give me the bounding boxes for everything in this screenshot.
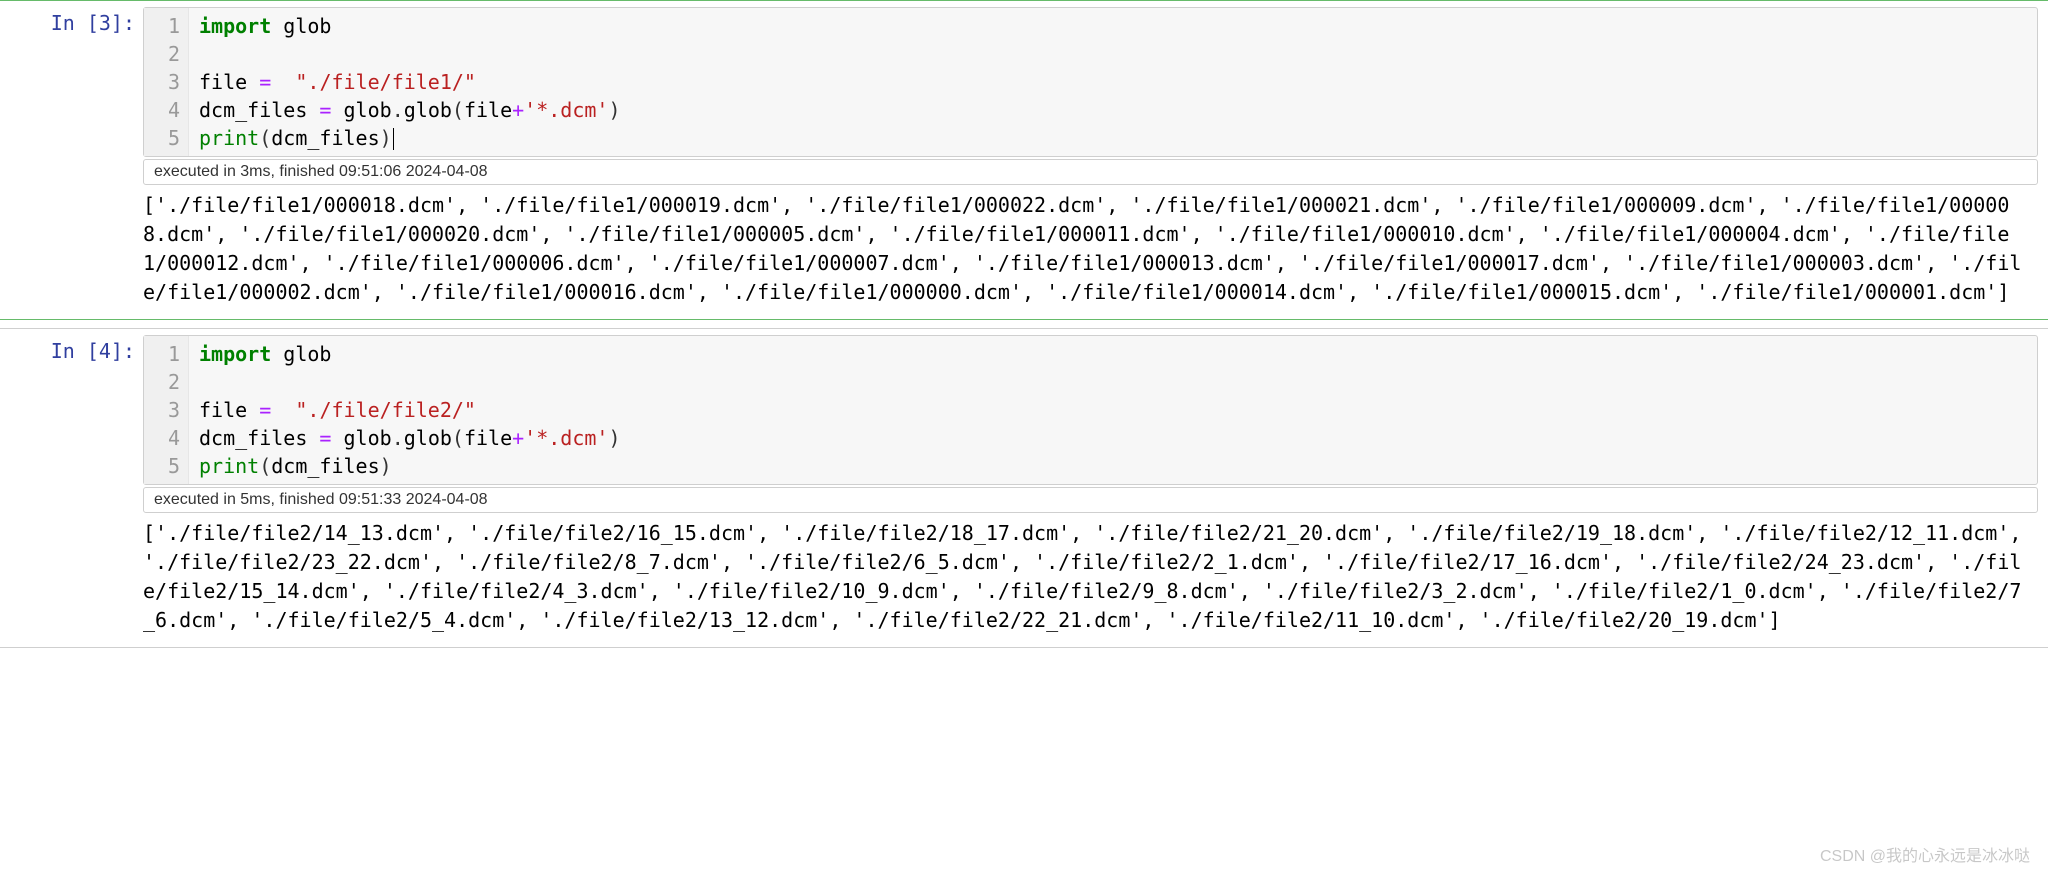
watermark: CSDN @我的心永远是冰冰哒 <box>1820 842 2030 866</box>
line-number: 2 <box>152 368 180 396</box>
code-cell[interactable]: In [3]: 1 2 3 4 5 import glob file = "./… <box>0 0 2048 320</box>
stdout-text: ['./file/file2/14_13.dcm', './file/file2… <box>143 519 2028 635</box>
keyword-import: import <box>199 342 271 366</box>
line-number-gutter: 1 2 3 4 5 <box>144 336 189 484</box>
output-area: ['./file/file2/14_13.dcm', './file/file2… <box>143 519 2038 647</box>
line-number: 5 <box>152 452 180 480</box>
line-number: 2 <box>152 40 180 68</box>
line-number: 1 <box>152 340 180 368</box>
string-literal: '*.dcm' <box>524 98 608 122</box>
builtin-print: print <box>199 454 259 478</box>
string-literal: "./file/file2/" <box>295 398 476 422</box>
code-text[interactable]: import glob file = "./file/file2/" dcm_f… <box>189 336 631 484</box>
text-cursor <box>393 128 394 150</box>
line-number: 4 <box>152 424 180 452</box>
output-area: ['./file/file1/000018.dcm', './file/file… <box>143 191 2038 319</box>
line-number: 4 <box>152 96 180 124</box>
stdout-text: ['./file/file1/000018.dcm', './file/file… <box>143 191 2028 307</box>
line-number: 3 <box>152 396 180 424</box>
string-literal: '*.dcm' <box>524 426 608 450</box>
code-input-area[interactable]: 1 2 3 4 5 import glob file = "./file/fil… <box>143 335 2038 485</box>
execution-status: executed in 3ms, finished 09:51:06 2024-… <box>143 159 2038 185</box>
code-input-area[interactable]: 1 2 3 4 5 import glob file = "./file/fil… <box>143 7 2038 157</box>
line-number: 3 <box>152 68 180 96</box>
execution-status: executed in 5ms, finished 09:51:33 2024-… <box>143 487 2038 513</box>
input-prompt: In [4]: <box>0 329 143 647</box>
input-prompt: In [3]: <box>0 1 143 319</box>
string-literal: "./file/file1/" <box>295 70 476 94</box>
line-number: 1 <box>152 12 180 40</box>
line-number-gutter: 1 2 3 4 5 <box>144 8 189 156</box>
module-name: glob <box>283 14 331 38</box>
code-cell[interactable]: In [4]: 1 2 3 4 5 import glob file = "./… <box>0 328 2048 648</box>
code-text[interactable]: import glob file = "./file/file1/" dcm_f… <box>189 8 631 156</box>
keyword-import: import <box>199 14 271 38</box>
builtin-print: print <box>199 126 259 150</box>
module-name: glob <box>283 342 331 366</box>
line-number: 5 <box>152 124 180 152</box>
